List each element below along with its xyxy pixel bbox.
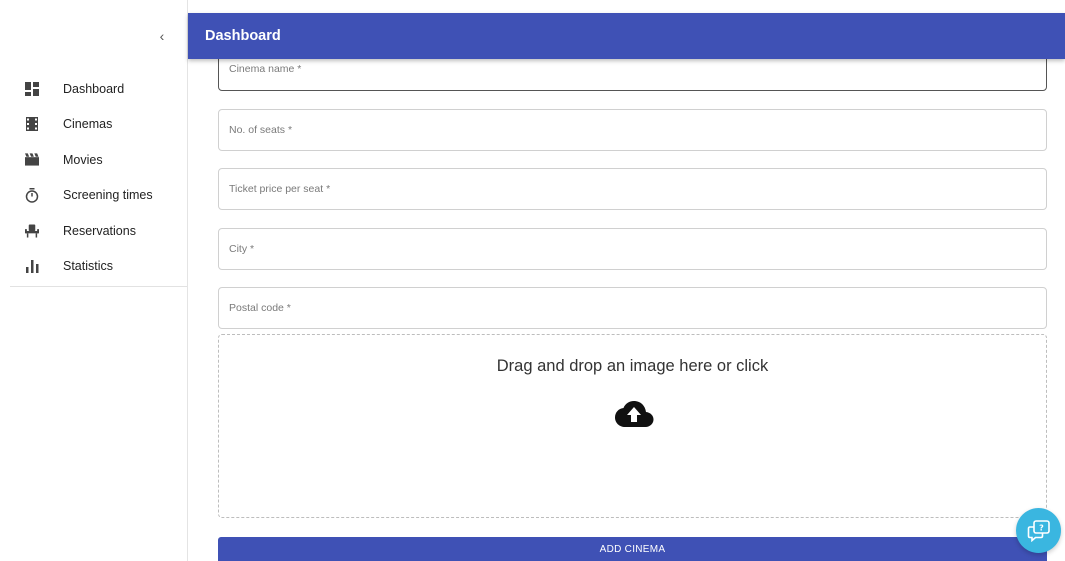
sidebar: ‹ Dashboard Cinemas Movies Screening tim… <box>0 0 188 561</box>
sidebar-item-screening-times[interactable]: Screening times <box>0 178 188 214</box>
clapperboard-icon <box>25 153 39 167</box>
sidebar-item-label: Dashboard <box>63 81 125 96</box>
sidebar-item-cinemas[interactable]: Cinemas <box>0 107 188 143</box>
postal-code-field[interactable]: Postal code * <box>218 287 1047 329</box>
svg-text:?: ? <box>1039 523 1044 532</box>
seats-label: No. of seats * <box>229 124 293 136</box>
chevron-left-icon: ‹ <box>159 28 165 44</box>
cloud-upload-icon <box>615 401 654 427</box>
postal-code-label: Postal code * <box>229 302 291 314</box>
sidebar-item-statistics[interactable]: Statistics <box>0 249 188 285</box>
add-cinema-button[interactable]: ADD CINEMA <box>218 537 1047 561</box>
collapse-sidebar-button[interactable]: ‹ <box>152 26 172 46</box>
sidebar-item-reservations[interactable]: Reservations <box>0 213 188 249</box>
help-chat-button[interactable]: ? <box>1016 508 1061 553</box>
sidebar-nav: Dashboard Cinemas Movies Screening times… <box>0 71 188 284</box>
image-dropzone[interactable]: Drag and drop an image here or click <box>218 334 1047 518</box>
film-strip-icon <box>25 117 39 132</box>
city-field[interactable]: City * <box>218 228 1047 270</box>
sidebar-item-label: Cinemas <box>63 117 113 132</box>
dashboard-icon <box>25 81 39 96</box>
sidebar-item-dashboard[interactable]: Dashboard <box>0 71 188 107</box>
app-bar: Dashboard <box>188 13 1065 59</box>
sidebar-item-label: Reservations <box>63 223 136 238</box>
city-label: City * <box>229 243 255 255</box>
cinema-name-label: Cinema name * <box>229 63 302 75</box>
sidebar-item-movies[interactable]: Movies <box>0 142 188 178</box>
sidebar-divider <box>10 286 187 287</box>
ticket-price-field[interactable]: Ticket price per seat * <box>218 168 1047 210</box>
stopwatch-icon <box>25 187 39 203</box>
seat-icon <box>25 224 39 238</box>
help-chat-icon: ? <box>1027 519 1050 542</box>
bar-chart-icon <box>25 259 39 273</box>
sidebar-item-label: Statistics <box>63 259 114 274</box>
seats-field[interactable]: No. of seats * <box>218 109 1047 151</box>
sidebar-item-label: Screening times <box>63 188 153 203</box>
page-title: Dashboard <box>205 28 281 44</box>
dropzone-text: Drag and drop an image here or click <box>496 357 769 375</box>
ticket-price-label: Ticket price per seat * <box>229 183 331 195</box>
add-cinema-button-label: ADD CINEMA <box>599 543 666 555</box>
sidebar-item-label: Movies <box>63 152 103 167</box>
